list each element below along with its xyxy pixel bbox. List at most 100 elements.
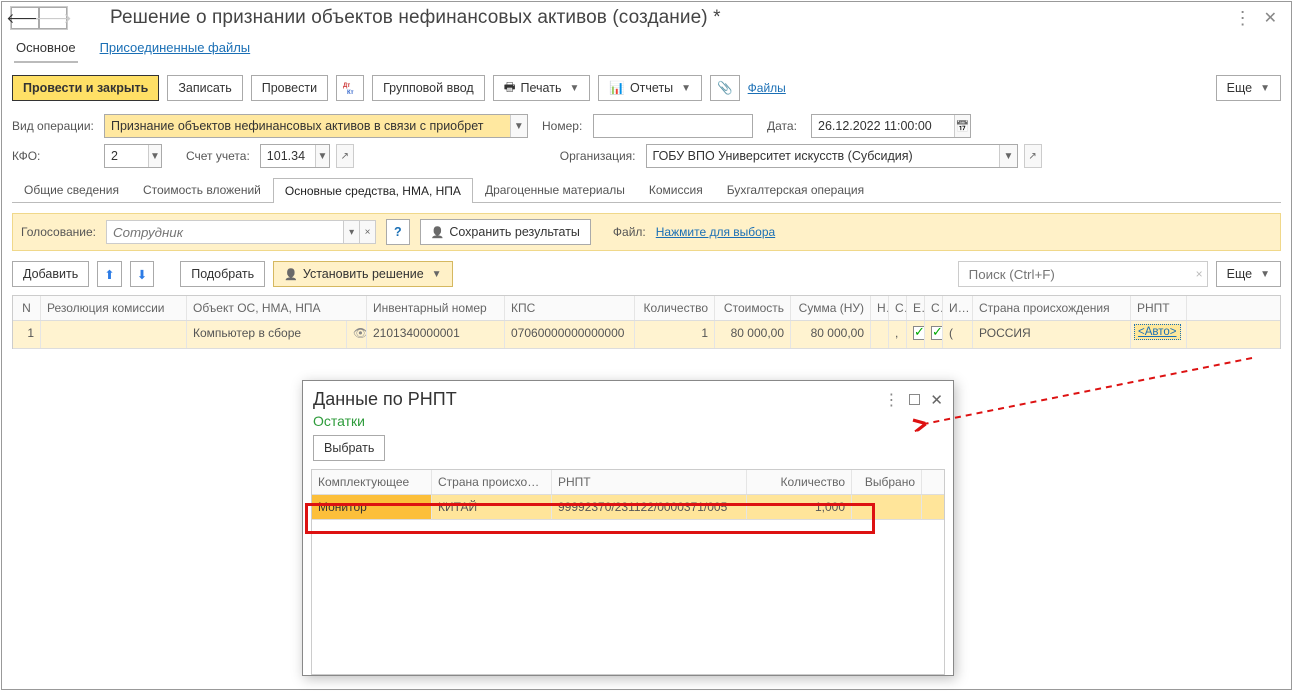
popup-maximize-icon[interactable] (909, 394, 920, 405)
clear-icon[interactable]: × (359, 221, 375, 243)
optype-label: Вид операции: (12, 119, 98, 133)
reports-button[interactable]: 📊Отчеты▼ (598, 75, 702, 101)
tab-accounting[interactable]: Бухгалтерская операция (715, 177, 876, 202)
group-input-button[interactable]: Групповой ввод (372, 75, 485, 101)
popup-row[interactable]: Монитор КИТАЙ 99992370/231122/0000371/00… (312, 495, 944, 520)
set-decision-button[interactable]: Установить решение▼ (273, 261, 452, 287)
tab-general[interactable]: Общие сведения (12, 177, 131, 202)
col-h: Н (871, 296, 889, 320)
pcol-rnpt: РНПТ (552, 470, 747, 494)
assets-table: N Резолюция комиссии Объект ОС, НМА, НПА… (12, 295, 1281, 349)
move-up-button[interactable]: ⬆ (97, 261, 121, 287)
more-button-table[interactable]: Еще▼ (1216, 261, 1281, 287)
org-input[interactable] (647, 149, 1000, 163)
col-c1: С (889, 296, 907, 320)
subtab-main[interactable]: Основное (14, 36, 78, 63)
date-input[interactable] (812, 119, 954, 133)
forward-button[interactable]: 🡒 (39, 7, 67, 29)
popup-select-button[interactable]: Выбрать (313, 435, 385, 461)
pcol-sel: Выбрано (852, 470, 922, 494)
tab-assets[interactable]: Основные средства, НМА, НПА (273, 178, 473, 203)
paperclip-icon: 📎 (717, 81, 733, 96)
account-field[interactable]: ▼ (260, 144, 330, 168)
dtkt-button[interactable]: ДтКт (336, 75, 364, 101)
tab-commission[interactable]: Комиссия (637, 177, 715, 202)
kebab-icon[interactable]: ⋮ (1234, 8, 1252, 29)
svg-text:Кт: Кт (347, 90, 354, 95)
popup-kebab-icon[interactable]: ⋮ (883, 390, 899, 410)
popup-close-icon[interactable]: ✕ (930, 391, 943, 409)
col-rnpt: РНПТ (1131, 296, 1187, 320)
kfo-input[interactable] (105, 149, 148, 163)
tab-precious[interactable]: Драгоценные материалы (473, 177, 637, 202)
pcol-qty: Количество (747, 470, 852, 494)
close-icon[interactable]: ✕ (1264, 8, 1277, 28)
col-inv: Инвентарный номер (367, 296, 505, 320)
add-button[interactable]: Добавить (12, 261, 89, 287)
open-button[interactable]: ↗ (336, 144, 354, 168)
rnpt-auto-cell[interactable]: <Авто> (1134, 324, 1181, 340)
col-i: И… (943, 296, 973, 320)
optype-input[interactable] (105, 119, 510, 133)
chevron-down-icon[interactable]: ▼ (315, 145, 329, 167)
post-and-close-button[interactable]: Провести и закрыть (12, 75, 159, 101)
save-results-button[interactable]: Сохранить результаты (420, 219, 591, 245)
attach-button[interactable]: 📎 (710, 75, 740, 101)
org-field[interactable]: ▼ (646, 144, 1018, 168)
voting-label: Голосование: (21, 225, 96, 239)
kfo-field[interactable]: ▼ (104, 144, 162, 168)
pick-button[interactable]: Подобрать (180, 261, 265, 287)
more-button-top[interactable]: Еще▼ (1216, 75, 1281, 101)
table-row[interactable]: 1 Компьютер в сборе 2101340000001 070600… (13, 321, 1280, 349)
col-sumnu: Сумма (НУ) (791, 296, 871, 320)
popup-title: Данные по РНПТ (313, 389, 457, 410)
search-box[interactable]: × (958, 261, 1208, 287)
col-n: N (13, 296, 41, 320)
col-cost: Стоимость (715, 296, 791, 320)
pcol-comp: Комплектующее (312, 470, 432, 494)
date-label: Дата: (767, 119, 805, 133)
clear-search-icon[interactable]: × (1196, 267, 1203, 281)
chevron-down-icon[interactable]: ▾ (343, 221, 359, 243)
chart-icon: 📊 (609, 81, 625, 96)
help-button[interactable]: ? (386, 219, 410, 245)
optype-field[interactable]: ▼ (104, 114, 528, 138)
account-label: Счет учета: (186, 149, 250, 163)
tab-cost[interactable]: Стоимость вложений (131, 177, 273, 202)
subtab-files[interactable]: Присоединенные файлы (98, 36, 253, 63)
chevron-down-icon[interactable]: ▼ (148, 145, 161, 167)
open-org-button[interactable]: ↗ (1024, 144, 1042, 168)
number-input[interactable] (594, 119, 752, 133)
files-link[interactable]: Файлы (748, 81, 786, 95)
rnpt-popup: Данные по РНПТ ⋮ ✕ Остатки Выбрать Компл… (302, 380, 954, 676)
save-button[interactable]: Записать (167, 75, 242, 101)
col-kps: КПС (505, 296, 635, 320)
popup-subtitle: Остатки (303, 412, 953, 435)
chevron-down-icon[interactable]: ▼ (999, 145, 1016, 167)
eye-icon (353, 326, 367, 340)
search-input[interactable] (967, 266, 1196, 283)
checkbox-c[interactable] (931, 326, 943, 340)
page-title: Решение о признании объектов нефинансовы… (110, 7, 1228, 29)
svg-text:Дт: Дт (343, 83, 350, 89)
col-resolution: Резолюция комиссии (41, 296, 187, 320)
col-qty: Количество (635, 296, 715, 320)
calendar-icon[interactable] (954, 115, 970, 137)
col-c2: С (925, 296, 943, 320)
voting-employee-input[interactable] (107, 225, 343, 240)
number-field[interactable] (593, 114, 753, 138)
file-label: Файл: (613, 225, 646, 239)
post-button[interactable]: Провести (251, 75, 328, 101)
file-link[interactable]: Нажмите для выбора (656, 225, 775, 239)
col-object: Объект ОС, НМА, НПА (187, 296, 367, 320)
move-down-button[interactable]: ⬇ (130, 261, 154, 287)
number-label: Номер: (542, 119, 587, 133)
voting-employee-field[interactable]: ▾ × (106, 220, 376, 244)
print-button[interactable]: 🖶Печать▼ (493, 75, 591, 101)
chevron-down-icon[interactable]: ▼ (510, 115, 527, 137)
checkbox-e[interactable] (913, 326, 925, 340)
date-field[interactable] (811, 114, 971, 138)
account-input[interactable] (261, 149, 315, 163)
print-icon: 🖶 (504, 78, 516, 99)
pcol-country: Страна происхо… (432, 470, 552, 494)
